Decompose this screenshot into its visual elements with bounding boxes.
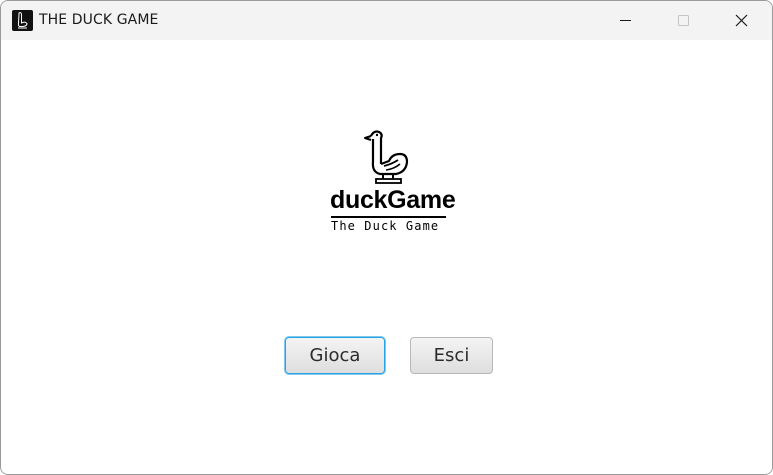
minimize-button[interactable] [596,1,654,40]
title-bar[interactable]: THE DUCK GAME [1,1,772,40]
logo-name: duckGame [330,186,456,214]
window-title: THE DUCK GAME [39,12,159,28]
play-button[interactable]: Gioca [285,337,385,374]
logo-tagline: The Duck Game [331,219,440,233]
duck-app-icon [12,10,33,31]
logo-divider [331,216,446,218]
app-window: THE DUCK GAME duckGame The Duck Game Gio… [0,0,773,475]
duck-icon [364,130,409,184]
exit-button[interactable]: Esci [410,337,493,374]
close-icon [735,14,748,27]
duck-game-logo: duckGame The Duck Game [321,126,456,236]
main-content: duckGame The Duck Game Gioca Esci [1,40,772,474]
minimize-icon [620,20,631,21]
maximize-button[interactable] [654,1,712,40]
close-button[interactable] [712,1,770,40]
maximize-icon [678,15,689,26]
